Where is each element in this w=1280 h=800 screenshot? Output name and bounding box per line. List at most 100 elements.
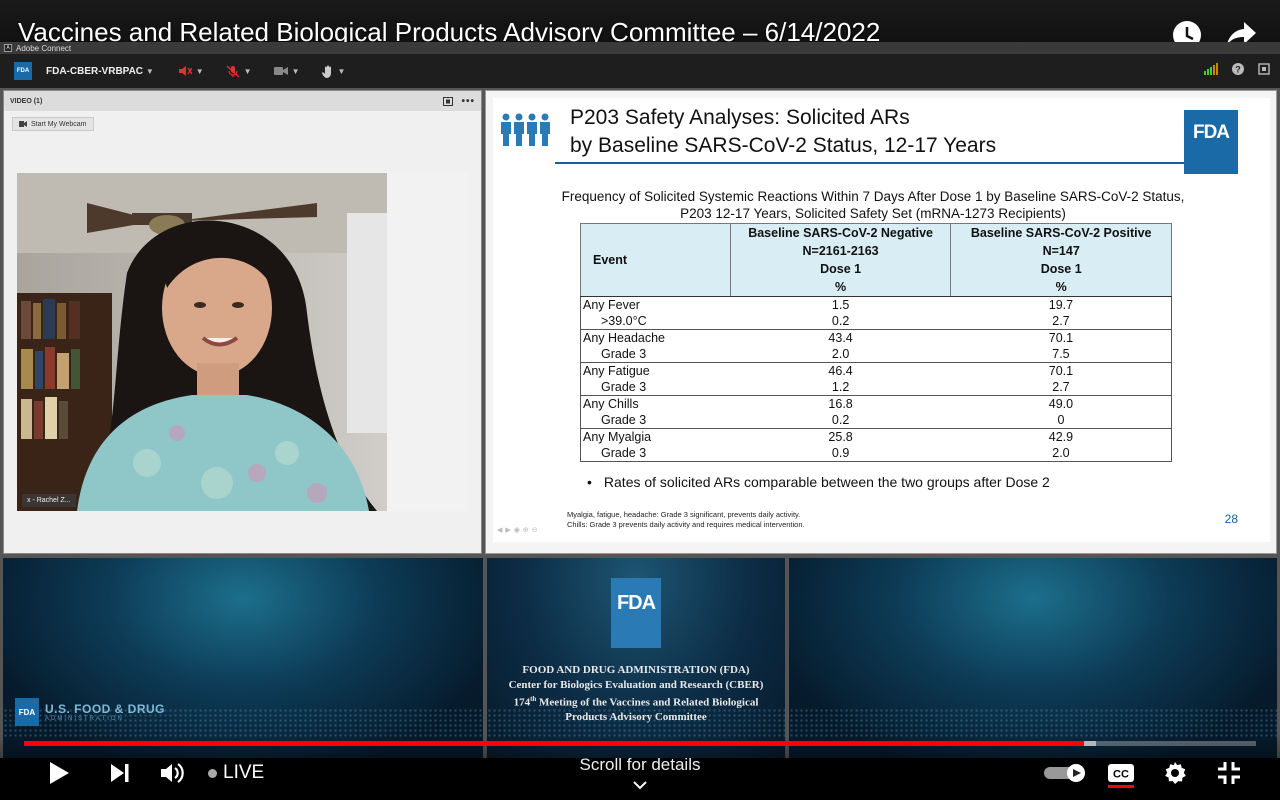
table-header-event: Event [580, 223, 731, 297]
bullet-dot: • [587, 474, 592, 490]
pod-fullscreen-icon[interactable] [443, 96, 454, 106]
slide-navigation-controls[interactable]: ◀▶◉⊕⊖ [497, 526, 541, 534]
event-cell: >39.0°C [580, 313, 731, 330]
fullscreen-icon[interactable] [1258, 63, 1270, 75]
meeting-info-line3: 174th Meeting of the Vaccines and Relate… [487, 692, 785, 710]
chevron-down-icon: ▼ [243, 66, 252, 76]
autoplay-toggle[interactable] [1044, 764, 1088, 782]
table-row: Grade 3 1.2 2.7 [580, 379, 1172, 396]
room-name: FDA-CBER-VRBPAC [46, 65, 144, 77]
start-webcam-button[interactable]: Start My Webcam [12, 117, 94, 131]
table-caption: Frequency of Solicited Systemic Reaction… [493, 188, 1253, 222]
gear-icon [1165, 762, 1186, 784]
chevron-down-icon: ▼ [337, 66, 346, 76]
connection-strength-icon[interactable] [1204, 63, 1218, 75]
table-row: Grade 3 0.9 2.0 [580, 445, 1172, 462]
settings-button[interactable] [1160, 757, 1190, 789]
help-icon[interactable]: ? [1232, 63, 1244, 75]
negative-cell: 43.4 [730, 329, 951, 346]
captions-active-indicator [1108, 785, 1134, 788]
slide-title: P203 Safety Analyses: Solicited ARs by B… [570, 104, 996, 160]
bullet-text: Rates of solicited ARs comparable betwee… [603, 474, 1050, 490]
event-cell: Any Fever [580, 296, 731, 313]
table-caption-line1: Frequency of Solicited Systemic Reaction… [561, 189, 1185, 204]
app-titlebar: A Adobe Connect [0, 42, 1280, 54]
positive-cell: 2.7 [950, 379, 1172, 396]
toolbar-right: ? [1204, 63, 1270, 75]
positive-cell: 42.9 [950, 428, 1172, 445]
live-dot-icon [208, 768, 217, 778]
participant-webcam-feed[interactable]: x - Rachel Z... [17, 173, 468, 511]
camera-menu-button[interactable]: ▼ [273, 66, 300, 76]
scroll-for-details[interactable]: Scroll for details [540, 755, 740, 795]
header-line: % [1055, 280, 1067, 294]
header-line: N=2161-2163 [802, 244, 879, 258]
us-fda-logo: FDA U.S. FOOD & DRUG ADMINISTRATION [15, 698, 165, 726]
event-cell: Any Myalgia [580, 428, 731, 445]
positive-cell: 49.0 [950, 395, 1172, 412]
positive-cell: 0 [950, 412, 1172, 429]
audio-menu-button[interactable]: ▼ [178, 65, 204, 77]
negative-cell: 0.2 [831, 413, 850, 427]
decorative-dots [789, 708, 1277, 738]
event-cell: Grade 3 [580, 379, 731, 396]
event-cell: Grade 3 [580, 412, 731, 429]
meeting-info-line3-rest: Meeting of the Vaccines and Related Biol… [536, 696, 759, 709]
branding-pane-right [789, 558, 1277, 758]
share-pod: P203 Safety Analyses: Solicited ARs by B… [485, 90, 1277, 554]
skip-next-icon [111, 764, 129, 782]
negative-cell: 2.0 [831, 347, 850, 361]
table-row: Any Chills 16.8 49.0 [580, 395, 1172, 412]
raise-hand-menu-button[interactable]: ▼ [321, 65, 346, 78]
fda-logo-box: FDA [15, 698, 39, 726]
fullscreen-button[interactable] [1214, 757, 1244, 789]
webcam-video-image [17, 173, 468, 511]
pod-options-icon[interactable]: ••• [461, 96, 475, 107]
participant-nameplate: x - Rachel Z... [22, 494, 76, 507]
center-fda-logo: FDA [611, 578, 661, 648]
chevron-down-icon [633, 781, 647, 790]
table-row: Grade 3 2.0 7.5 [580, 346, 1172, 363]
fda-logo-name: U.S. FOOD & DRUG [45, 702, 166, 716]
event-cell: Any Chills [580, 395, 731, 412]
video-pod: VIDEO (1) ••• Start My Webcam x - Rachel… [3, 90, 482, 554]
video-pod-title: VIDEO (1) [10, 97, 43, 105]
negative-cell: 16.8 [730, 395, 951, 412]
meeting-toolbar: FDA FDA-CBER-VRBPAC ▼ ▼ ▼ ▼ ▼ ? [0, 54, 1280, 88]
meeting-info-line2: Center for Biologics Evaluation and Rese… [508, 678, 764, 691]
fullscreen-exit-icon [1218, 762, 1240, 784]
closed-captions-icon: CC [1108, 764, 1134, 782]
table-header-positive: Baseline SARS-CoV-2 Positive N=147 Dose … [950, 223, 1172, 297]
slide-footnote: Myalgia, fatigue, headache: Grade 3 sign… [567, 510, 805, 530]
table-row: Grade 3 0.2 0 [580, 412, 1172, 429]
progress-bar[interactable] [24, 741, 1256, 746]
progress-buffered [1083, 741, 1096, 746]
meeting-number: 174 [513, 696, 531, 709]
event-cell: Grade 3 [580, 346, 731, 363]
live-indicator[interactable]: LIVE [208, 762, 264, 784]
solicited-reactions-table: Event Baseline SARS-CoV-2 Negative N=216… [580, 223, 1172, 462]
negative-cell: 25.8 [730, 428, 951, 445]
slide-title-rule [555, 162, 1185, 164]
table-header-negative: Baseline SARS-CoV-2 Negative N=2161-2163… [729, 223, 952, 297]
positive-cell: 7.5 [950, 346, 1172, 363]
camera-icon [19, 121, 27, 127]
branding-pane-center: FDA FOOD AND DRUG ADMINISTRATION (FDA) C… [487, 558, 785, 758]
negative-cell: 1.2 [831, 380, 850, 394]
room-menu[interactable]: FDA-CBER-VRBPAC ▼ [46, 66, 154, 77]
presentation-slide: P203 Safety Analyses: Solicited ARs by B… [493, 98, 1270, 542]
branding-pane-left: FDA U.S. FOOD & DRUG ADMINISTRATION [3, 558, 483, 758]
camera-icon [273, 67, 288, 75]
fda-logo-sub: ADMINISTRATION [45, 716, 124, 722]
meeting-info-line4: Products Advisory Committee [565, 711, 707, 724]
positive-cell: 70.1 [950, 329, 1172, 346]
meeting-stage: VIDEO (1) ••• Start My Webcam x - Rachel… [0, 88, 1280, 758]
play-button[interactable] [44, 757, 74, 789]
microphone-menu-button[interactable]: ▼ [226, 64, 252, 78]
next-button[interactable] [106, 757, 134, 789]
live-label: LIVE [223, 762, 265, 783]
event-cell: Any Fatigue [580, 362, 731, 379]
app-name: Adobe Connect [16, 43, 72, 53]
volume-button[interactable] [158, 757, 188, 789]
meeting-info-line1: FOOD AND DRUG ADMINISTRATION (FDA) [522, 664, 750, 676]
